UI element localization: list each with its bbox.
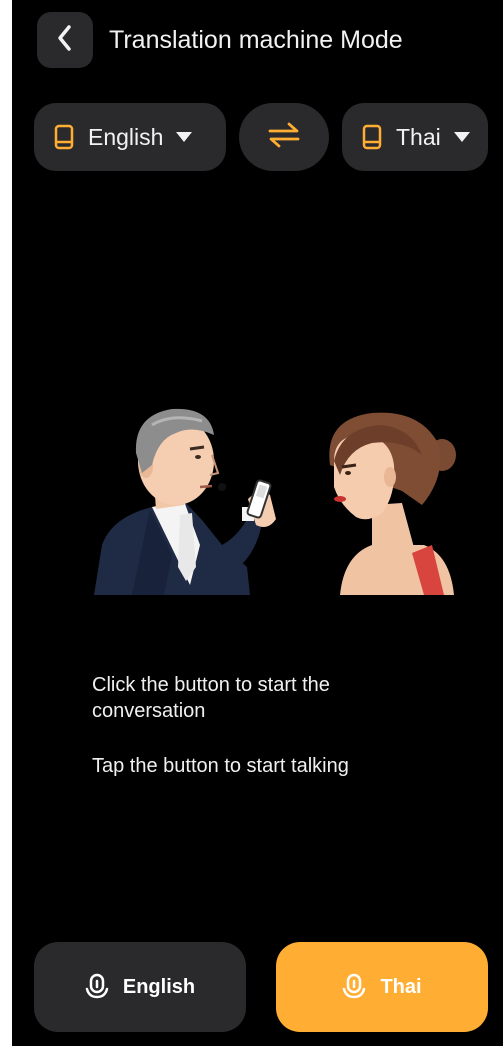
source-language-label: English <box>88 123 164 150</box>
chevron-left-icon <box>55 24 75 57</box>
english-mic-label: English <box>122 975 196 998</box>
thai-mic-label: Thai <box>380 975 422 998</box>
source-language-select[interactable]: English <box>34 103 226 171</box>
page-title: Translation machine Mode <box>109 26 403 54</box>
phone-icon <box>362 124 382 150</box>
swap-languages-button[interactable] <box>239 103 329 171</box>
instruction-start-conversation: Click the button to start the conversati… <box>92 674 330 722</box>
instruction-start-talking: Tap the button to start talking <box>92 755 349 777</box>
caret-down-icon <box>453 131 471 143</box>
swap-arrows-icon <box>267 122 301 153</box>
english-mic-button[interactable]: English <box>34 942 246 1032</box>
phone-icon <box>54 124 74 150</box>
caret-down-icon <box>175 131 193 143</box>
back-button[interactable] <box>37 12 93 68</box>
conversation-illustration <box>72 395 457 605</box>
target-language-select[interactable]: Thai <box>342 103 488 171</box>
thai-mic-button[interactable]: Thai <box>276 942 488 1032</box>
microphone-icon <box>342 973 366 1001</box>
translation-screen: Translation machine Mode English Thai Cl… <box>12 0 503 1046</box>
microphone-icon <box>85 973 109 1001</box>
target-language-label: Thai <box>396 123 441 150</box>
